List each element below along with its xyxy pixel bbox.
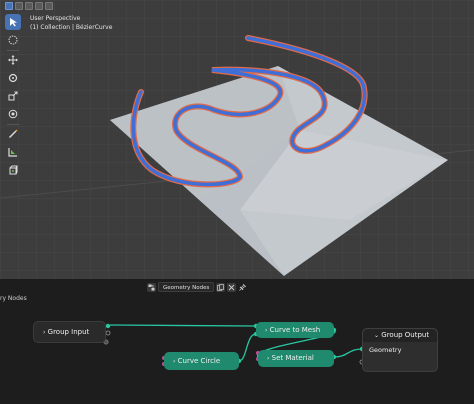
group-output-node[interactable]: ⌄ Group Output Geometry [362,328,438,372]
viewport-perspective-label: User Perspective [30,15,81,22]
curve-to-mesh-node[interactable]: › Curve to Mesh [256,322,334,338]
chevron-down-icon: ⌄ [374,332,380,339]
link-curve-circle-to-curve-to-mesh [238,333,257,362]
scale-icon[interactable] [5,88,21,104]
node-tree-type-icon[interactable] [147,282,156,292]
move-icon[interactable] [5,52,21,68]
duplicate-tree-icon[interactable] [216,282,226,292]
link-set-material-to-group-output [333,348,363,358]
set-material-node[interactable]: › Set Material [258,350,334,367]
geometry-socket-label: Geometry [369,346,402,354]
header-select-mode-1[interactable] [15,2,23,10]
viewport-scene[interactable] [0,0,474,279]
header-select-mode-3[interactable] [35,2,43,10]
breadcrumb: ry Nodes [0,295,27,302]
set-material-label: Set Material [271,354,314,362]
3d-viewport[interactable]: User Perspective (1) Collection | Bézier… [0,0,474,279]
group-output-label: Group Output [381,331,430,339]
chevron-right-icon: › [267,355,270,362]
curve-to-mesh-label: Curve to Mesh [269,326,321,334]
node-editor-header: Geometry Nodes [147,282,247,292]
viewport-collection-label: (1) Collection | BézierCurve [30,24,113,31]
rotate-icon[interactable] [5,70,21,86]
chevron-right-icon: › [43,329,46,336]
chevron-right-icon: › [265,327,268,334]
curve-circle-node[interactable]: › Curve Circle [164,352,239,370]
group-input-label: Group Input [47,328,90,336]
header-select-mode-2[interactable] [25,2,33,10]
annotate-icon[interactable] [5,126,21,142]
add-cube-icon[interactable] [5,162,21,178]
chevron-right-icon: › [173,358,176,365]
geometry-node-editor[interactable]: Geometry Nodes ry Nodes › Group Input › … [0,281,474,404]
select-cursor-icon[interactable] [5,14,21,30]
measure-icon[interactable] [5,144,21,160]
curve-circle-label: Curve Circle [177,357,221,365]
select-box-icon[interactable] [5,32,21,48]
header-mode-button[interactable] [5,2,13,10]
group-input-node[interactable]: › Group Input [33,321,106,343]
transform-icon[interactable] [5,106,21,122]
node-tree-name-field[interactable]: Geometry Nodes [158,282,215,292]
header-select-mode-4[interactable] [45,2,53,10]
unlink-tree-icon[interactable] [227,282,237,292]
link-group-input-to-curve-to-mesh [109,324,257,327]
group-output-header[interactable]: ⌄ Group Output [363,329,437,342]
pin-icon[interactable] [238,283,247,292]
